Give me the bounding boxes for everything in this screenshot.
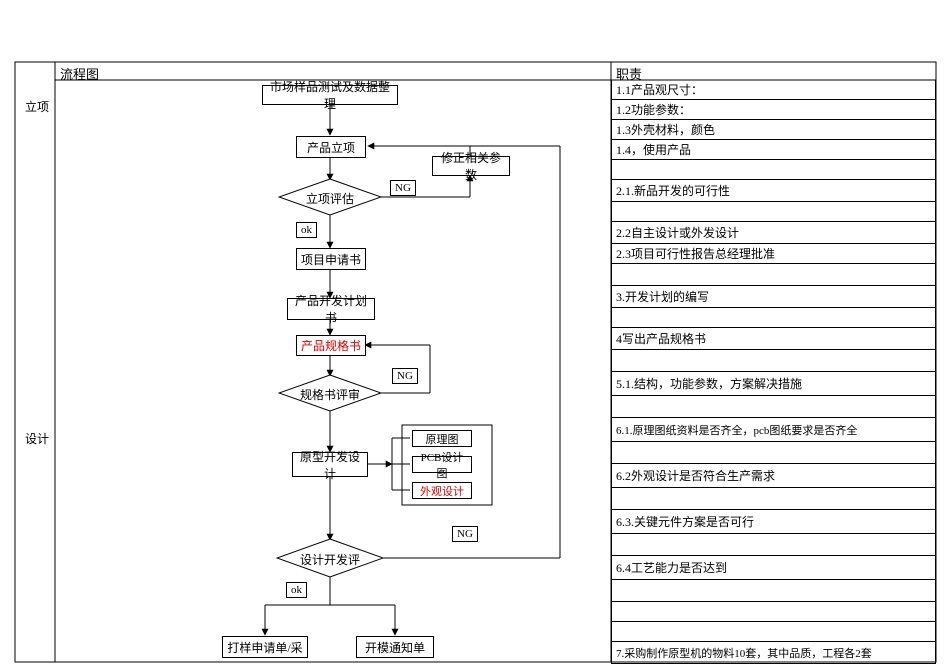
decision-spec-review: 规格书评审 <box>278 374 382 412</box>
node-label: 市场样品测试及数据整理 <box>267 78 393 112</box>
duty-row <box>611 396 936 418</box>
decision-label: 立项评估 <box>306 190 354 207</box>
duty-text: 1.3外壳材料，颜色 <box>616 121 715 138</box>
node-label: 产品立项 <box>307 139 355 156</box>
node-fix-parameters: 修正相关参数 <box>432 156 510 176</box>
duty-text: 1.2功能参数： <box>616 101 691 118</box>
duty-text: 4写出产品规格书 <box>616 330 706 347</box>
tag-ng-1: NG <box>390 180 416 196</box>
duty-text: 2.2自主设计或外发设计 <box>616 224 739 241</box>
node-appearance-design: 外观设计 <box>412 482 472 499</box>
duty-row: 6.3.关键元件方案是否可行 <box>611 510 936 534</box>
duty-text: 2.3项目可行性报告总经理批准 <box>616 245 775 262</box>
duties-column: 1.1产品观尺寸： 1.2功能参数： 1.3外壳材料，颜色 1.4，使用产品 2… <box>611 80 936 664</box>
node-label: 产品规格书 <box>301 337 361 354</box>
decision-initiation-eval: 立项评估 <box>278 178 382 216</box>
node-sample-request: 打样申请单/采 <box>222 636 308 658</box>
node-label: 打样申请单/采 <box>227 639 302 656</box>
duty-row: 1.4，使用产品 <box>611 140 936 160</box>
node-prototype-design: 原型开发设计 <box>292 452 368 477</box>
duty-row: 2.2自主设计或外发设计 <box>611 222 936 244</box>
duty-row: 7.采购制作原型机的物料10套，其中品质，工程各2套 <box>611 642 936 664</box>
duty-row <box>611 602 936 622</box>
duty-row: 1.3外壳材料，颜色 <box>611 120 936 140</box>
node-mold-notice: 开模通知单 <box>356 636 434 658</box>
node-product-initiation: 产品立项 <box>296 136 366 158</box>
duty-row: 5.1.结构，功能参数，方案解决措施 <box>611 372 936 396</box>
node-project-application: 项目申请书 <box>296 248 366 270</box>
duty-row <box>611 580 936 602</box>
tag-ng-3: NG <box>452 526 478 542</box>
duty-row <box>611 622 936 642</box>
node-label: 外观设计 <box>420 483 464 499</box>
duty-row <box>611 350 936 372</box>
tag-ok-1: ok <box>296 222 317 238</box>
duty-row: 6.1.原理图纸资料是否齐全，pcb图纸要求是否齐全 <box>611 418 936 442</box>
node-label: PCB设计图 <box>417 449 467 481</box>
duty-text: 7.采购制作原型机的物料10套，其中品质，工程各2套 <box>616 645 872 661</box>
duty-text: 5.1.结构，功能参数，方案解决措施 <box>616 375 802 392</box>
duty-row: 4写出产品规格书 <box>611 328 936 350</box>
duty-row: 2.1.新品开发的可行性 <box>611 180 936 202</box>
phase-1: 立项 <box>25 98 49 115</box>
decision-label: 设计开发评 <box>300 551 360 568</box>
duty-row: 1.1产品观尺寸： <box>611 80 936 100</box>
duty-row: 1.2功能参数： <box>611 100 936 120</box>
duty-text: 6.4工艺能力是否达到 <box>616 559 727 576</box>
decision-label: 规格书评审 <box>300 386 360 403</box>
header-flow: 流程图 <box>60 64 99 83</box>
duty-text: 6.2外观设计是否符合生产需求 <box>616 467 775 484</box>
node-pcb: PCB设计图 <box>412 456 472 473</box>
node-label: 修正相关参数 <box>437 149 505 183</box>
duty-text: 1.1产品观尺寸： <box>616 81 703 98</box>
tag-ok-2: ok <box>286 582 307 598</box>
node-label: 项目申请书 <box>301 251 361 268</box>
node-schematic: 原理图 <box>412 430 472 447</box>
duty-text: 3.开发计划的编写 <box>616 288 709 305</box>
duty-row <box>611 488 936 510</box>
node-market-sample-test: 市场样品测试及数据整理 <box>262 85 398 105</box>
duty-row <box>611 308 936 328</box>
decision-design-review: 设计开发评 <box>276 538 384 578</box>
node-label: 原型开发设计 <box>297 448 363 482</box>
duty-row: 6.2外观设计是否符合生产需求 <box>611 464 936 488</box>
duty-text: 2.1.新品开发的可行性 <box>616 182 730 199</box>
duty-row <box>611 160 936 180</box>
node-label: 产品开发计划书 <box>292 292 370 326</box>
duty-row: 3.开发计划的编写 <box>611 286 936 308</box>
duty-row <box>611 202 936 222</box>
duty-row: 2.3项目可行性报告总经理批准 <box>611 244 936 264</box>
duty-text: 6.3.关键元件方案是否可行 <box>616 513 754 530</box>
phase-2: 设计 <box>25 430 49 447</box>
duty-row <box>611 442 936 464</box>
duty-text: 6.1.原理图纸资料是否齐全，pcb图纸要求是否齐全 <box>616 422 857 438</box>
duty-row: 6.4工艺能力是否达到 <box>611 556 936 580</box>
duty-text: 1.4，使用产品 <box>616 141 691 158</box>
tag-ng-2: NG <box>392 368 418 384</box>
duty-row <box>611 264 936 286</box>
duty-row <box>611 534 936 556</box>
node-product-spec: 产品规格书 <box>296 335 366 356</box>
node-label: 原理图 <box>426 431 459 447</box>
node-dev-plan: 产品开发计划书 <box>287 298 375 320</box>
page: 流程图 职责 立项 设计 市场样品测试及数据整理 产品立项 修正相关参数 立项评… <box>0 0 945 668</box>
node-label: 开模通知单 <box>365 639 425 656</box>
